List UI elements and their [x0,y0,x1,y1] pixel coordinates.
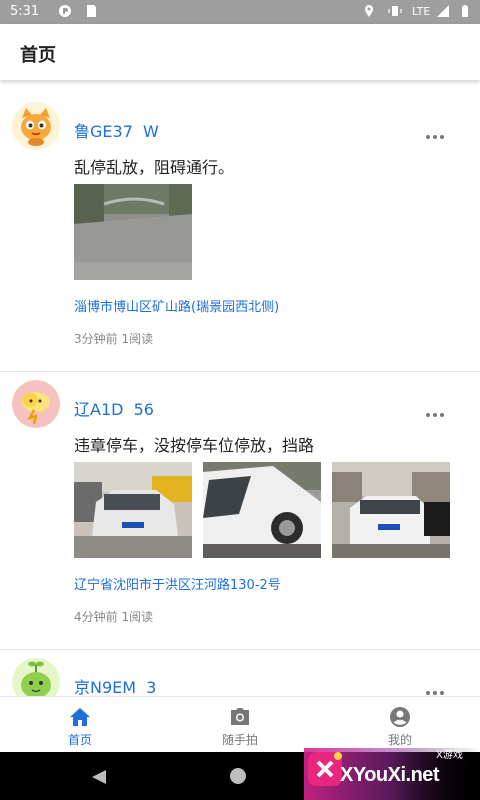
username[interactable]: 辽A1D 56 [74,396,154,420]
location-icon [365,5,373,17]
status-time: 5:31 [10,4,40,19]
post-location[interactable]: 淄博市博山区矿山路(瑞景园西北侧) [74,296,279,315]
vibrate-icon [388,6,402,16]
post-photo[interactable] [332,462,450,558]
post-location[interactable]: 辽宁省沈阳市于洪区汪河路130-2号 [74,574,281,593]
avatar[interactable] [12,102,60,150]
nav-item-home[interactable]: 首页 [0,697,160,753]
page-title: 首页 [20,45,56,66]
avatar[interactable] [12,658,60,696]
sprout-avatar-icon [12,658,60,696]
weather-avatar-icon [12,380,60,428]
battery-icon [462,5,468,17]
nav-item-snapshot[interactable]: 随手拍 [160,697,320,753]
post-photo[interactable] [203,462,321,558]
feed-list[interactable]: 鲁GE37 W 乱停乱放，阻碍通行。 淄博市博山区矿山路(瑞景园西北侧) 3分钟… [0,80,480,696]
post-card[interactable]: 辽A1D 56 违章停车，没按停车位停放，挡路 辽宁省沈阳市于洪区汪河路130-… [0,372,480,650]
home-circle-icon[interactable] [230,768,246,784]
app-notification-icon [59,5,71,17]
status-bar: 5:31 LTE [0,0,480,24]
avatar[interactable] [12,380,60,428]
more-options-icon[interactable] [426,124,450,139]
post-photo[interactable] [74,184,192,280]
sd-card-icon [87,5,96,17]
post-text: 乱停乱放，阻碍通行。 [74,158,235,177]
watermark: X游戏 XYouXi.net [304,742,480,800]
signal-icon [437,5,449,17]
watermark-brand: XYouXi.net [340,764,440,786]
camera-icon [231,708,249,725]
nav-label: 随手拍 [221,733,258,747]
username[interactable]: 鲁GE37 W [74,118,159,142]
more-options-icon[interactable] [426,402,450,417]
account-icon [390,707,410,727]
watermark-tag: X游戏 [436,750,463,761]
post-card[interactable]: 鲁GE37 W 乱停乱放，阻碍通行。 淄博市博山区矿山路(瑞景园西北侧) 3分钟… [0,94,480,372]
more-options-icon[interactable] [426,680,450,695]
post-photo[interactable] [74,462,192,558]
back-icon[interactable] [90,768,108,786]
network-type: LTE [412,5,431,18]
post-card[interactable]: 京N9EM 3 [0,650,480,696]
post-text: 违章停车，没按停车位停放，挡路 [74,436,315,455]
home-icon [70,708,90,726]
post-meta: 4分钟前 1阅读 [74,610,154,624]
app-bar: 首页 [0,24,480,80]
username[interactable]: 京N9EM 3 [74,674,156,696]
cat-avatar-icon [12,102,60,150]
nav-label: 首页 [67,733,92,747]
post-meta: 3分钟前 1阅读 [74,332,154,346]
